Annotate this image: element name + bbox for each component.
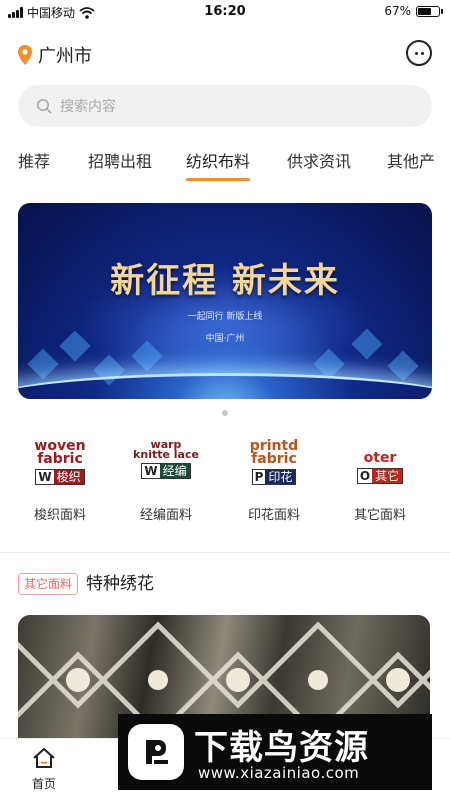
tab-textile[interactable]: 纺织布料: [186, 148, 250, 172]
warp-knit-logo-letter: W: [144, 464, 158, 478]
banner-location: 中国·广州: [205, 334, 245, 344]
location-pin-icon: [18, 45, 32, 65]
printed-logo-text: printd fabric: [249, 438, 299, 467]
nav-home-label: 首页: [31, 777, 56, 791]
battery-percent: 67%: [384, 4, 411, 18]
section-divider: [0, 552, 450, 553]
tab-recruit-rent[interactable]: 招聘出租: [88, 148, 152, 172]
location-selector[interactable]: 广州市: [18, 42, 92, 68]
woven-logo-text: woven fabric: [34, 438, 86, 467]
woven-logo: woven fabric W 梭织: [27, 438, 93, 492]
section-tag: 其它面料: [18, 573, 79, 595]
category-grid: woven fabric W 梭织 梭织面料 warp knitte lace …: [0, 438, 450, 530]
search-icon: [37, 99, 52, 114]
watermark-title: 下载鸟资源: [194, 728, 369, 768]
printed-logo-tag: P 印花: [251, 469, 297, 485]
header: 广州市: [0, 36, 450, 72]
carousel-indicator: [222, 410, 228, 416]
banner-subtitle: 一起同行 新版上线: [187, 312, 263, 322]
category-label: 印花面料: [247, 508, 300, 523]
printed-logo-zh: 印花: [265, 470, 296, 484]
category-warp-knit[interactable]: warp knitte lace W 经编 经编面料: [116, 438, 216, 523]
tab-recommend[interactable]: 推荐: [18, 148, 50, 172]
printed-logo-letter: P: [254, 470, 264, 484]
home-icon: [33, 747, 55, 768]
chat-dots-icon: [414, 51, 418, 55]
banner-decor: [27, 348, 59, 380]
battery-fill: [418, 7, 432, 15]
other-logo-text: oter: [363, 450, 397, 466]
other-logo: oter O 其它: [347, 440, 413, 492]
chat-dot: [420, 51, 424, 55]
status-time: 16:20: [204, 4, 246, 19]
section-title: 特种绣花: [86, 574, 154, 594]
warp-knit-logo-tag: W 经编: [141, 463, 191, 479]
printed-logo: printd fabric P 印花: [241, 438, 307, 492]
nav-home[interactable]: 首页: [22, 747, 66, 792]
woven-logo-tag: W 梭织: [35, 469, 85, 485]
bird-icon: [146, 740, 168, 764]
woven-logo-zh: 梭织: [53, 470, 84, 484]
category-printed[interactable]: printd fabric P 印花 印花面料: [224, 438, 324, 523]
city-label: 广州市: [38, 46, 92, 67]
woven-logo-letter: W: [38, 470, 52, 484]
category-other[interactable]: oter O 其它 其它面料: [330, 440, 430, 523]
battery-icon: [416, 5, 443, 17]
banner-title: 新征程 新未来: [110, 261, 340, 301]
watermark-url: www.xiazainiao.com: [198, 764, 360, 782]
promo-banner[interactable]: 新征程 新未来 一起同行 新版上线 中国·广州: [18, 203, 432, 399]
tab-supply-news[interactable]: 供求资讯: [287, 148, 351, 172]
tab-other[interactable]: 其他产: [387, 148, 435, 172]
category-woven[interactable]: woven fabric W 梭织 梭织面料: [10, 438, 110, 523]
search-placeholder: 搜索内容: [60, 99, 116, 115]
category-label: 梭织面料: [33, 508, 86, 523]
category-label: 经编面料: [139, 508, 192, 523]
warp-knit-logo-zh: 经编: [159, 464, 190, 478]
message-button[interactable]: [406, 40, 432, 66]
other-logo-zh: 其它: [372, 469, 403, 483]
search-bar[interactable]: 搜索内容: [18, 85, 432, 127]
other-logo-tag: O 其它: [356, 468, 404, 484]
watermark: 下载鸟资源 www.xiazainiao.com: [118, 714, 432, 790]
banner-decor: [387, 350, 419, 382]
active-tab-indicator: [186, 178, 250, 181]
category-label: 其它面料: [353, 508, 406, 523]
bird-logo-icon: [128, 724, 184, 780]
warp-knit-logo-text: warp knitte lace: [133, 438, 199, 461]
status-bar: 中国移动 16:20 67%: [0, 0, 450, 24]
warp-knit-logo: warp knitte lace W 经编: [133, 438, 199, 492]
other-logo-letter: O: [359, 469, 371, 483]
